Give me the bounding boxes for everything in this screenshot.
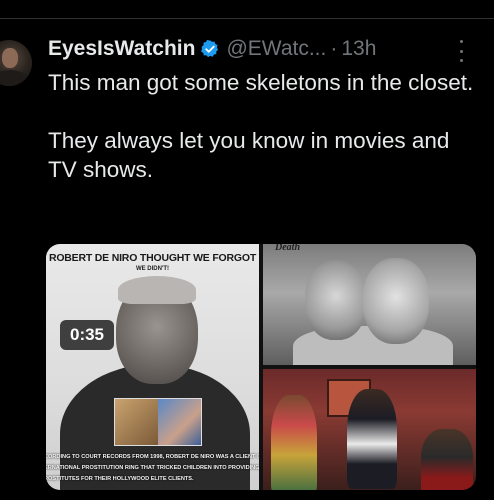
image-caption: CORDING TO COURT RECORDS FROM 1998, ROBE…	[46, 452, 259, 485]
media-image-top-right[interactable]: Death	[263, 244, 476, 365]
more-dot	[459, 59, 463, 62]
avatar-face	[2, 48, 18, 68]
image-figure-hair	[118, 276, 196, 304]
avatar[interactable]	[0, 40, 32, 86]
image-figure-child-right	[363, 258, 429, 344]
more-options-icon[interactable]	[456, 40, 466, 62]
display-name[interactable]: EyesIsWatchin	[48, 37, 195, 61]
tweet-text-line-2: They always let you know in movies and T…	[48, 128, 450, 182]
media-grid: ROBERT DE NIRO THOUGHT WE FORGOT WE DIDN…	[46, 244, 476, 490]
image-caption-line: ROSTITUTES FOR THEIR HOLLYWOOD ELITE CLI…	[46, 476, 194, 482]
tweet-header: EyesIsWatchin @EWatc... · 13h	[48, 34, 376, 64]
image-figure-child-left	[305, 260, 367, 340]
inset-photo-right	[158, 399, 201, 445]
image-label-text: Death	[275, 244, 300, 253]
tweet-text-line-1: This man got some skeletons in the close…	[48, 70, 474, 95]
image-subtitle-text: WE DIDN'T!	[135, 266, 170, 272]
user-handle[interactable]: @EWatc...	[226, 37, 326, 61]
image-title-text: ROBERT DE NIRO THOUGHT WE FORGOT	[48, 252, 257, 264]
separator-dot: ·	[330, 37, 338, 60]
tweet-text: This man got some skeletons in the close…	[48, 68, 478, 184]
video-duration-badge: 0:35	[60, 320, 114, 350]
timestamp[interactable]: 13h	[341, 37, 376, 61]
verified-badge-icon[interactable]	[200, 39, 220, 59]
inset-photo-left	[115, 399, 158, 445]
avatar-shoulders	[0, 70, 30, 86]
more-dot	[459, 40, 463, 43]
media-video-bottom-right[interactable]	[263, 369, 476, 490]
video-figure-left	[271, 395, 317, 490]
image-caption-line: ERNATIONAL PROSTITUTION RING THAT TRICKE…	[46, 465, 259, 471]
more-dot	[459, 49, 463, 53]
video-figure-center	[347, 389, 397, 489]
image-caption-line: CORDING TO COURT RECORDS FROM 1998, ROBE…	[46, 454, 259, 460]
media-image-left[interactable]: ROBERT DE NIRO THOUGHT WE FORGOT WE DIDN…	[46, 244, 259, 490]
video-figure-right	[421, 429, 473, 490]
top-divider	[0, 18, 494, 19]
image-inset-photo	[114, 398, 202, 446]
